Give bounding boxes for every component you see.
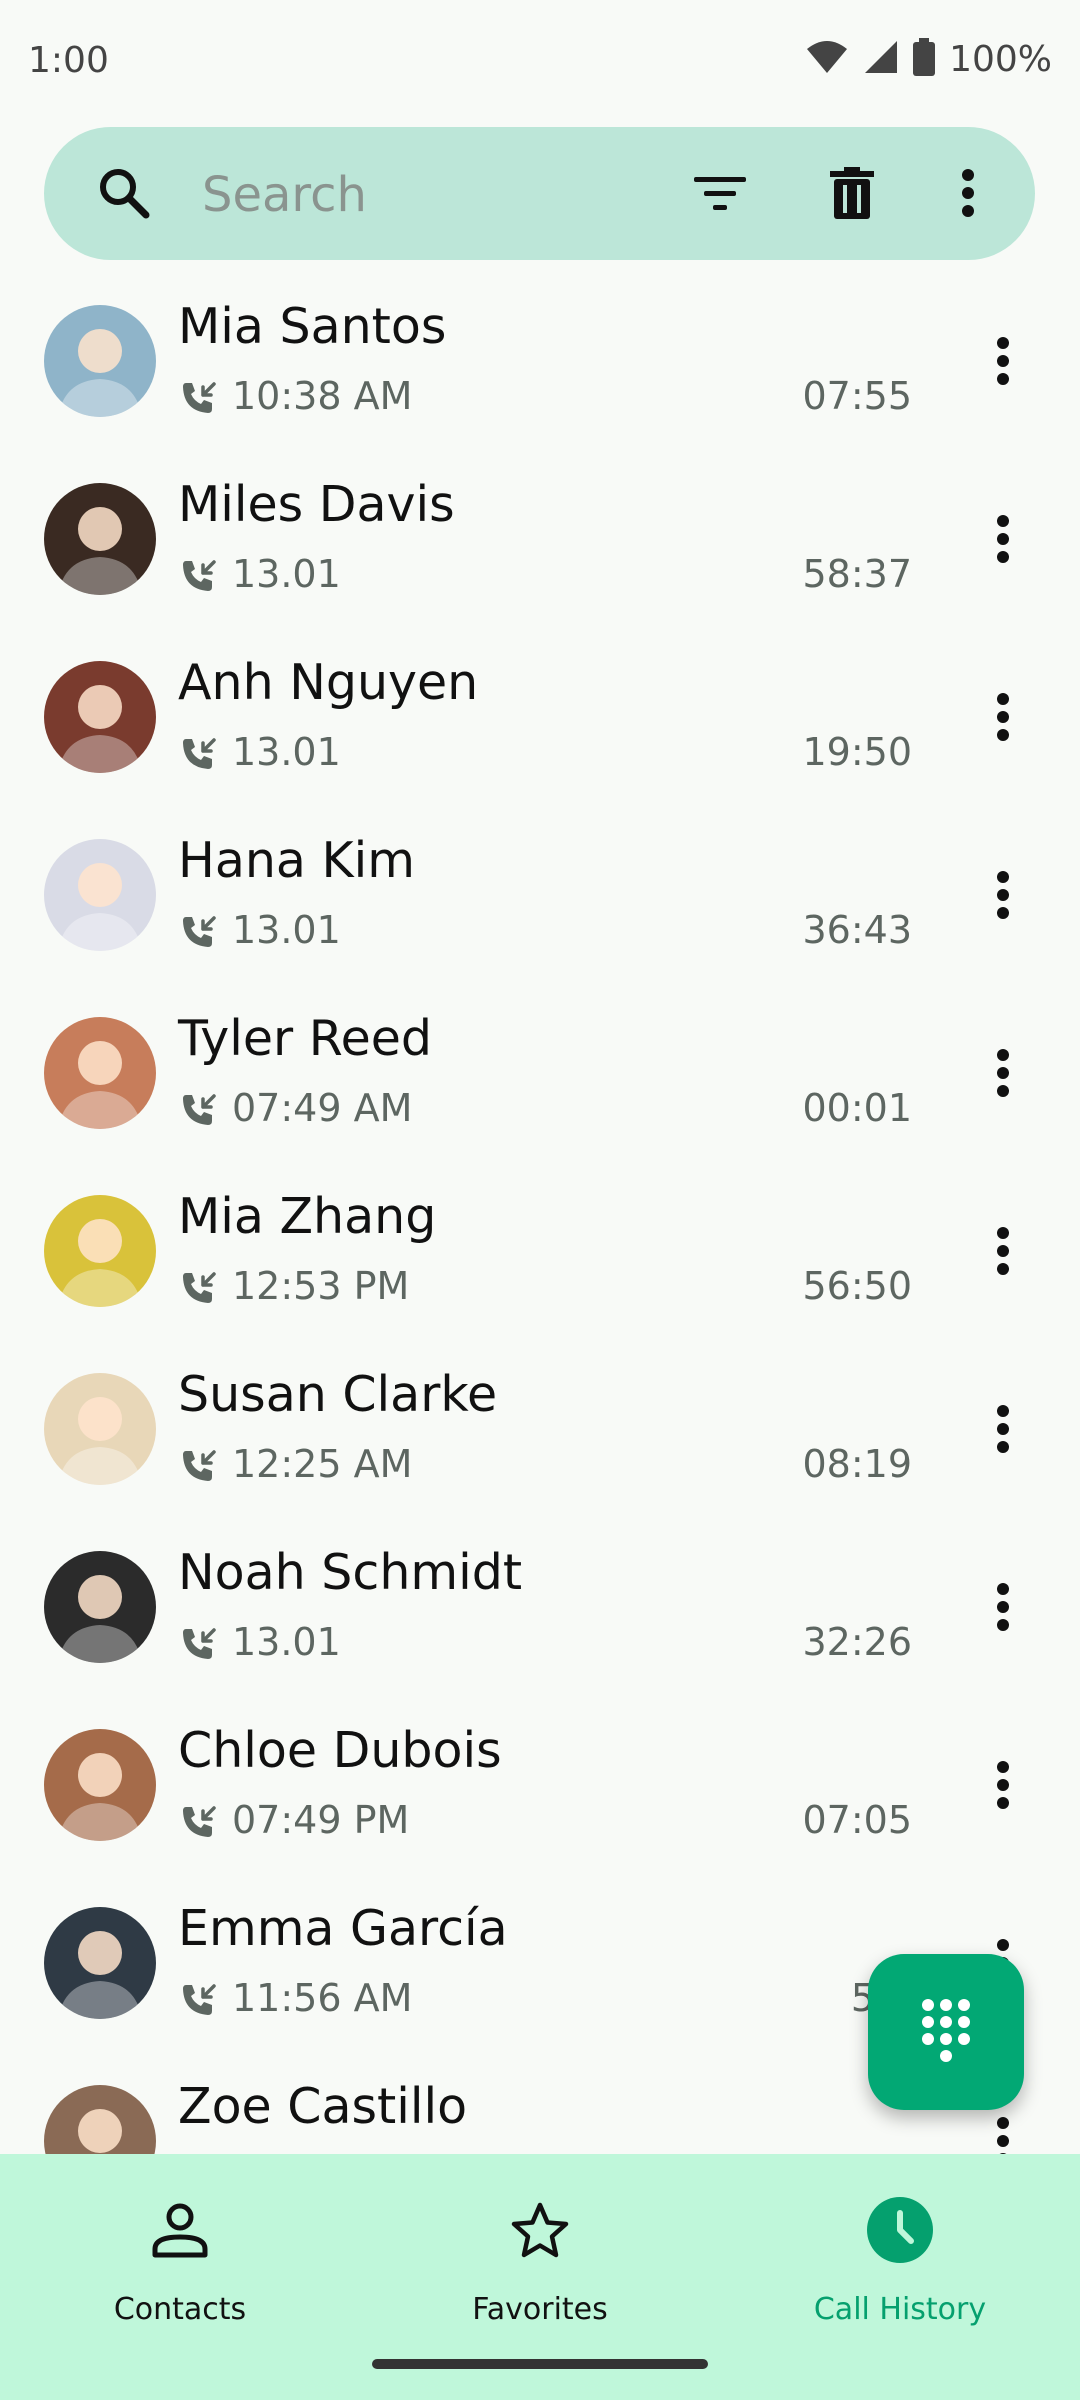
call-row[interactable]: Susan Clarke 12:25 AM 08:19	[0, 1358, 1080, 1536]
contact-name: Chloe Dubois	[178, 1722, 502, 1779]
call-time: 12:25 AM	[232, 1442, 413, 1486]
filter-icon[interactable]	[684, 157, 756, 229]
contact-name: Noah Schmidt	[178, 1544, 523, 1601]
home-indicator[interactable]	[372, 2359, 708, 2369]
nav-call-history-label: Call History	[813, 2292, 987, 2327]
call-history-screen: 1:00 100% Search Mia Santos 10:38 AM 07:…	[0, 0, 1080, 2400]
avatar[interactable]	[44, 305, 156, 417]
call-row[interactable]: Mia Santos 10:38 AM 07:55	[0, 290, 1080, 468]
call-received-icon	[180, 736, 218, 774]
star-icon	[504, 2194, 576, 2266]
bottom-navigation: Contacts Favorites Call History	[0, 2154, 1080, 2400]
call-time: 07:49 AM	[232, 1086, 413, 1130]
more-vert-icon[interactable]	[978, 316, 1028, 406]
call-duration: 56:50	[802, 1264, 912, 1308]
more-vert-icon[interactable]	[978, 494, 1028, 584]
avatar[interactable]	[44, 1729, 156, 1841]
avatar[interactable]	[44, 661, 156, 773]
call-duration: 08:19	[802, 1442, 912, 1486]
battery-percent: 100%	[949, 38, 1052, 80]
contact-name: Anh Nguyen	[178, 654, 479, 711]
person-icon	[144, 2194, 216, 2266]
call-duration: 07:05	[802, 1798, 912, 1842]
call-row[interactable]: Mia Zhang 12:53 PM 56:50	[0, 1180, 1080, 1358]
avatar[interactable]	[44, 1907, 156, 2019]
dialpad-button[interactable]	[868, 1954, 1024, 2110]
more-vert-icon[interactable]	[978, 1562, 1028, 1652]
call-row[interactable]: Tyler Reed 07:49 AM 00:01	[0, 1002, 1080, 1180]
more-vert-icon[interactable]	[978, 672, 1028, 762]
nav-favorites[interactable]: Favorites	[360, 2154, 720, 2354]
call-row[interactable]: Miles Davis 13.01 58:37	[0, 468, 1080, 646]
search-bar[interactable]: Search	[44, 127, 1035, 260]
call-duration: 00:01	[802, 1086, 912, 1130]
call-time: 13.01	[232, 730, 341, 774]
contact-name: Zoe Castillo	[178, 2078, 468, 2135]
call-received-icon	[180, 1270, 218, 1308]
avatar[interactable]	[44, 2085, 156, 2154]
contact-name: Mia Zhang	[178, 1188, 437, 1245]
call-history-list[interactable]: Mia Santos 10:38 AM 07:55 Miles Davis 13.01 5…	[0, 290, 1080, 2154]
status-time: 1:00	[28, 40, 109, 81]
call-received-icon	[180, 914, 218, 952]
call-row[interactable]: Anh Nguyen 13.01 19:50	[0, 646, 1080, 824]
contact-name: Susan Clarke	[178, 1366, 498, 1423]
contact-name: Tyler Reed	[178, 1010, 433, 1067]
call-received-icon	[180, 558, 218, 596]
call-duration: 36:43	[802, 908, 912, 952]
call-received-icon	[180, 1804, 218, 1842]
avatar[interactable]	[44, 1373, 156, 1485]
call-duration: 32:26	[802, 1620, 912, 1664]
status-bar: 1:00 100%	[0, 0, 1080, 120]
call-time: 07:49 PM	[232, 1798, 410, 1842]
contact-name: Hana Kim	[178, 832, 416, 889]
avatar[interactable]	[44, 483, 156, 595]
clock-icon	[864, 2194, 936, 2266]
status-icons: 100%	[805, 38, 1052, 80]
more-vert-icon[interactable]	[978, 850, 1028, 940]
nav-contacts[interactable]: Contacts	[0, 2154, 360, 2354]
nav-contacts-label: Contacts	[113, 2292, 247, 2327]
call-row[interactable]: Noah Schmidt 13.01 32:26	[0, 1536, 1080, 1714]
call-received-icon	[180, 1626, 218, 1664]
search-input[interactable]: Search	[202, 167, 367, 223]
delete-icon[interactable]	[816, 157, 888, 229]
avatar[interactable]	[44, 1551, 156, 1663]
nav-call-history[interactable]: Call History	[720, 2154, 1080, 2354]
dialpad-icon	[920, 1997, 972, 2067]
avatar[interactable]	[44, 1017, 156, 1129]
nav-favorites-label: Favorites	[472, 2292, 608, 2327]
call-duration: 07:55	[802, 374, 912, 418]
call-received-icon	[180, 1448, 218, 1486]
call-received-icon	[180, 380, 218, 418]
wifi-icon	[805, 39, 849, 79]
contact-name: Mia Santos	[178, 298, 447, 355]
call-duration: 19:50	[802, 730, 912, 774]
avatar[interactable]	[44, 839, 156, 951]
contact-name: Emma García	[178, 1900, 508, 1957]
more-vert-icon[interactable]	[932, 157, 1004, 229]
contact-name: Miles Davis	[178, 476, 455, 533]
more-vert-icon[interactable]	[978, 1206, 1028, 1296]
more-vert-icon[interactable]	[978, 1740, 1028, 1830]
call-time: 13.01	[232, 908, 341, 952]
call-received-icon	[180, 1092, 218, 1130]
avatar[interactable]	[44, 1195, 156, 1307]
call-time: 13.01	[232, 1620, 341, 1664]
signal-icon	[863, 39, 899, 79]
call-time: 10:38 AM	[232, 374, 413, 418]
call-time: 13.01	[232, 552, 341, 596]
call-time: 12:53 PM	[232, 1264, 410, 1308]
call-received-icon	[180, 1982, 218, 2020]
call-row[interactable]: Hana Kim 13.01 36:43	[0, 824, 1080, 1002]
call-row[interactable]: Chloe Dubois 07:49 PM 07:05	[0, 1714, 1080, 1892]
call-time: 11:56 AM	[232, 1976, 413, 2020]
battery-icon	[913, 38, 936, 80]
more-vert-icon[interactable]	[978, 1028, 1028, 1118]
call-duration: 58:37	[802, 552, 912, 596]
search-icon[interactable]	[96, 165, 152, 221]
more-vert-icon[interactable]	[978, 1384, 1028, 1474]
